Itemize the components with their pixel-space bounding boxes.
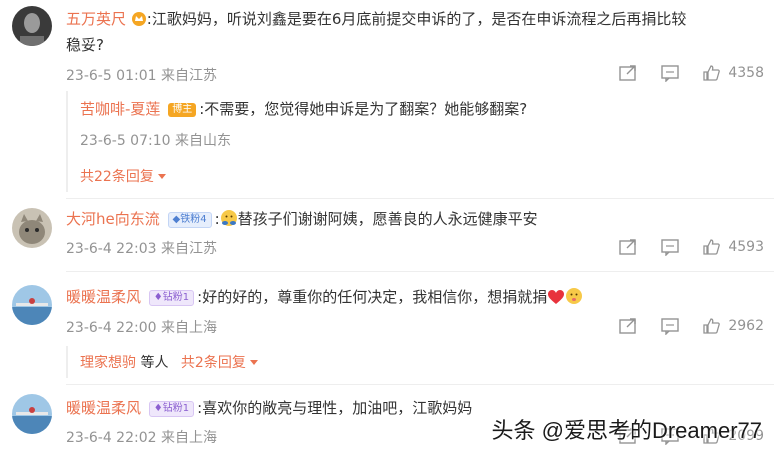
comment-text: 暖暖温柔风 ♦钻粉1 :喜欢你的敞亮与理性，加油吧，江歌妈妈 [66,397,472,419]
like-count: 4593 [728,239,764,255]
fan-badge-label: 钻粉1 [162,292,190,303]
author-badge: 博主 [168,103,197,117]
like-count: 2962 [728,318,764,334]
avatar[interactable] [12,6,52,46]
reply-meta: 23-6-5 07:10 来自山东 [80,133,231,149]
share-icon[interactable] [618,64,638,82]
like-icon[interactable] [702,317,722,335]
like-icon[interactable] [702,64,722,82]
gem-icon: ♦ [153,403,163,414]
avatar[interactable] [12,285,52,325]
reply-username[interactable]: 苦咖啡-夏莲 [80,100,160,118]
username[interactable]: 五万英尺 [66,10,126,28]
like-count: 4358 [728,65,764,81]
comment-meta: 23-6-4 22:00 来自上海 [66,320,217,336]
comment-icon[interactable] [660,238,680,257]
comment-text: 五万英尺 :江歌妈妈，听说刘鑫是要在6月底前提交申诉的了，是否在申诉流程之后再捐… [66,8,686,33]
view-replies-label: 共2条回复 [180,355,246,371]
view-replies-label: 共22条回复 [80,169,154,185]
divider [66,384,774,385]
comment-icon[interactable] [660,317,680,336]
comment-actions: 2962 [596,317,764,336]
comment-icon[interactable] [660,64,680,83]
replier-name[interactable]: 理家想驹 [80,355,136,371]
divider [66,198,774,199]
comment-body: 替孩子们谢谢阿姨，愿善良的人永远健康平安 [237,210,538,228]
username[interactable]: 暖暖温柔风 [66,399,141,417]
fan-badge: ♦钻粉1 [148,401,195,417]
divider [66,271,774,272]
username[interactable]: 暖暖温柔风 [66,288,141,306]
fan-badge-label: 铁粉4 [180,214,207,225]
reply-summary-bar [66,346,68,378]
comment-actions: 4593 [596,238,764,257]
crown-icon [131,11,147,33]
comment-text: 大河he向东流 ◆铁粉4 : 替孩子们谢谢阿姨，愿善良的人永远健康平安 [66,208,538,233]
comment-body: :喜欢你的敞亮与理性，加油吧，江歌妈妈 [197,399,473,417]
reply-text: 苦咖啡-夏莲 博主:不需要，您觉得她申诉是为了翻案？她能够翻案? [80,98,527,120]
comment-body-line2: 稳妥? [66,36,104,54]
comment-meta: 23-6-4 22:02 来自上海 [66,430,217,446]
share-icon[interactable] [618,238,638,256]
caret-down-icon [157,174,166,179]
replier-suffix: 等人 [140,355,169,371]
comment-body: :好的好的，尊重你的任何决定，我相信你，想捐就捐 [197,288,548,306]
view-replies-link[interactable]: 共22条回复 [80,166,166,186]
comment-body: :江歌妈妈，听说刘鑫是要在6月底前提交申诉的了，是否在申诉流程之后再捐比较 [146,10,687,28]
avatar[interactable] [12,394,52,434]
username[interactable]: 大河he向东流 [66,210,160,228]
comment-actions: 4358 [596,64,764,83]
fan-badge: ♦钻粉1 [148,290,195,306]
fan-badge: ◆铁粉4 [167,212,212,228]
hug-emoji-icon [220,209,238,233]
share-icon[interactable] [618,317,638,335]
comment-text: 暖暖温柔风 ♦钻粉1 :好的好的，尊重你的任何决定，我相信你，想捐就捐 [66,286,583,311]
reply-body: :不需要，您觉得她申诉是为了翻案？她能够翻案? [199,100,528,118]
comment-meta: 23-6-5 01:01 来自江苏 [66,68,217,84]
fan-badge-label: 钻粉1 [162,403,190,414]
caret-down-icon [249,360,258,365]
watermark: 头条 @爱思考的Dreamer77 [491,418,763,443]
like-icon[interactable] [702,238,722,256]
reply-summary: 理家想驹 等人 共2条回复 [80,352,258,374]
gem-icon: ♦ [153,292,163,303]
face-emoji-icon [565,287,583,311]
view-replies-link[interactable]: 共2条回复 [181,355,258,371]
avatar[interactable] [12,208,52,248]
comment-meta: 23-6-4 22:03 来自江苏 [66,241,217,257]
heart-emoji-icon [547,289,565,311]
